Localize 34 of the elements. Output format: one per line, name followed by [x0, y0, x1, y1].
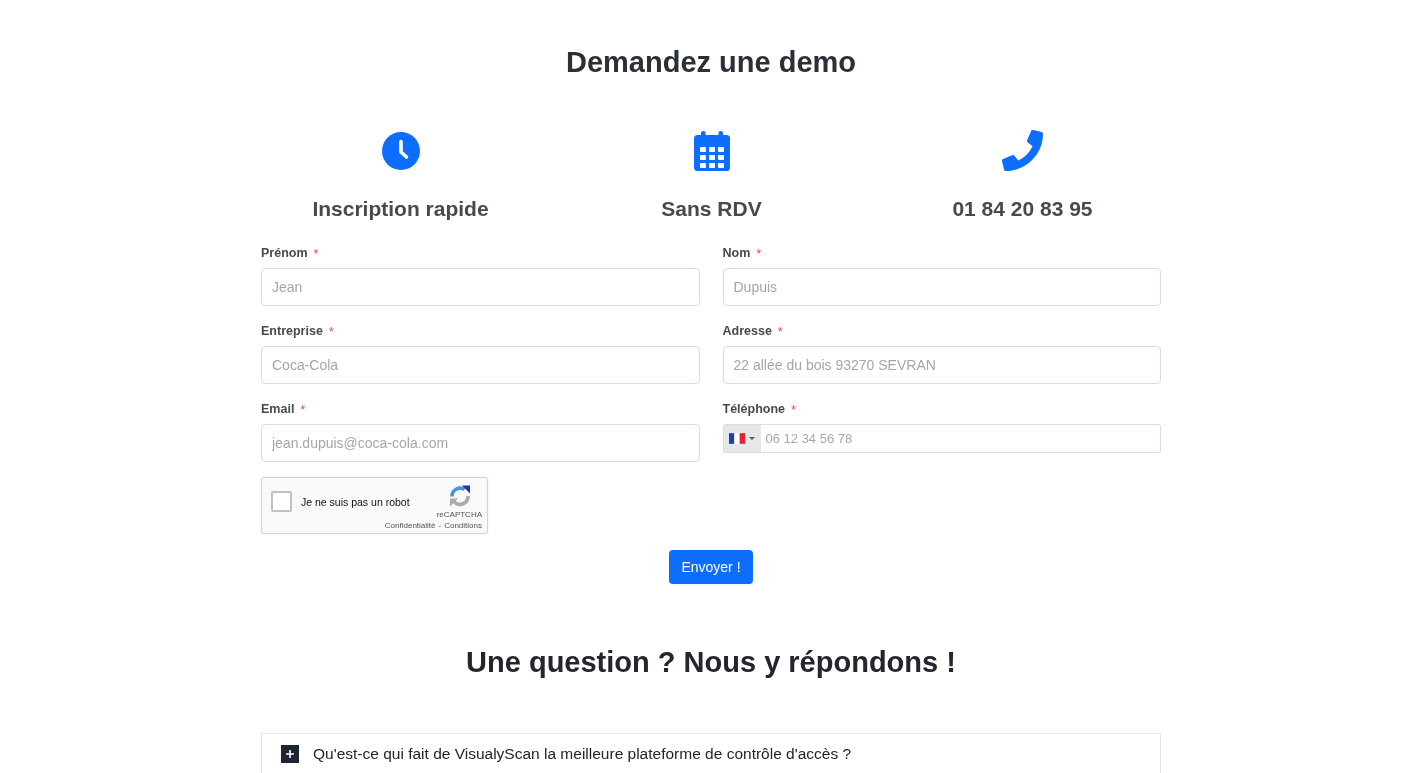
- feature-label: Sans RDV: [661, 196, 762, 222]
- submit-button[interactable]: Envoyer !: [669, 550, 753, 584]
- input-field[interactable]: Coca-Cola: [261, 346, 700, 384]
- input-field[interactable]: jean.dupuis@coca-cola.com: [261, 424, 700, 462]
- terms-link[interactable]: Conditions: [444, 521, 482, 530]
- field-label: Entreprise: [261, 324, 323, 338]
- brand-text: reCAPTCHA: [436, 510, 482, 519]
- required-mark: *: [791, 401, 797, 417]
- field-label: Prénom: [261, 246, 308, 260]
- required-mark: *: [313, 245, 319, 261]
- privacy-link[interactable]: Confidentialité: [384, 521, 436, 530]
- field-label: Téléphone: [722, 402, 785, 416]
- phone-icon: [1002, 130, 1043, 171]
- required-mark: *: [756, 245, 762, 261]
- input-field[interactable]: Jean: [261, 268, 700, 306]
- required-mark: *: [777, 323, 783, 339]
- feature-label: Inscription rapide: [312, 196, 489, 222]
- captcha-label: Je ne suis pas un robot: [301, 495, 410, 508]
- accordion-item[interactable]: Qu'est-ce qui fait de VisualyScan la meilleure plateforme de contrôle d'accès ?: [261, 733, 1161, 773]
- input-field[interactable]: Dupuis: [722, 268, 1161, 306]
- circular-arrows-icon: [448, 484, 472, 508]
- page-title: Demandez une demo: [564, 45, 858, 80]
- checkbox[interactable]: [271, 491, 292, 512]
- separator-text: -: [438, 521, 442, 530]
- calendar-icon: [693, 130, 730, 171]
- field-label: Email: [261, 402, 295, 416]
- field-label: Adresse: [722, 324, 772, 338]
- clock-icon: [381, 131, 420, 170]
- feature-label: 01 84 20 83 95: [952, 196, 1093, 222]
- input-field[interactable]: 22 allée du bois 93270 SEVRAN: [722, 346, 1161, 384]
- required-mark: *: [300, 401, 306, 417]
- field-label: Nom: [722, 246, 751, 260]
- required-mark: *: [328, 323, 334, 339]
- section-title: Une question ? Nous y répondons !: [465, 645, 957, 680]
